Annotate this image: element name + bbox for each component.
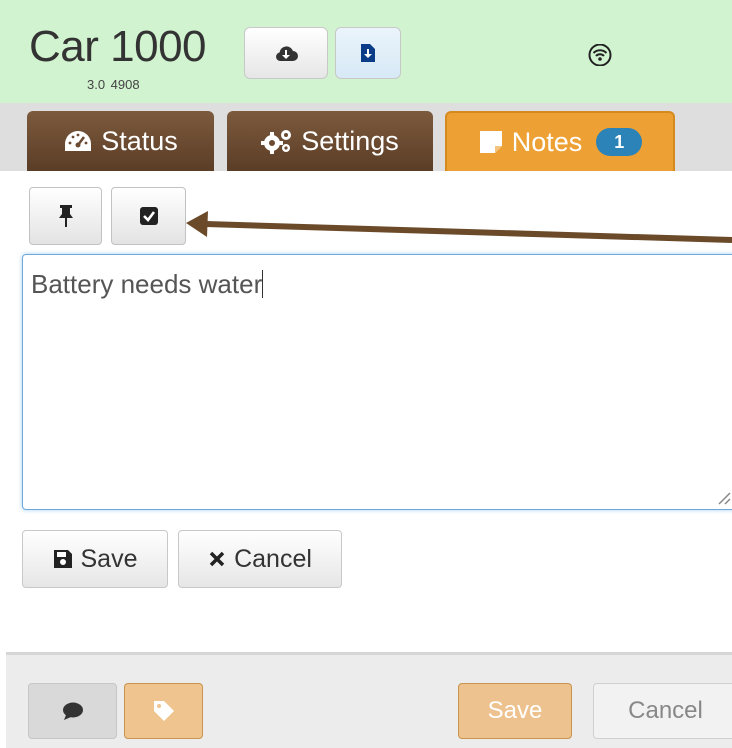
- footer-cancel-button[interactable]: Cancel: [593, 683, 732, 739]
- note-textarea[interactable]: Battery needs water: [22, 254, 732, 510]
- note-cancel-label: Cancel: [234, 544, 312, 573]
- vehicle-title: Car 1000: [29, 22, 207, 71]
- tab-notes[interactable]: Notes 1: [445, 111, 675, 171]
- version-info: 3.0 4908: [87, 77, 140, 92]
- note-save-label: Save: [80, 544, 138, 573]
- close-icon: [209, 551, 225, 567]
- text-caret: [262, 270, 264, 298]
- note-save-button[interactable]: Save: [22, 530, 168, 588]
- note-icon: [479, 131, 502, 153]
- mark-done-button[interactable]: [111, 187, 186, 245]
- gears-icon: [261, 130, 292, 154]
- file-download-icon: [361, 44, 375, 62]
- file-download-button[interactable]: [335, 27, 401, 79]
- tab-status-label: Status: [101, 125, 178, 156]
- checkbox-icon: [139, 207, 158, 225]
- notes-count-badge: 1: [596, 128, 643, 156]
- tab-bar: Status Settings Notes 1: [0, 103, 732, 171]
- footer-save-button[interactable]: Save: [458, 683, 572, 739]
- cloud-download-button[interactable]: [244, 27, 328, 79]
- note-cancel-button[interactable]: Cancel: [178, 530, 342, 588]
- wifi-icon: [588, 44, 612, 66]
- comment-icon: [62, 702, 83, 720]
- pin-icon: [58, 205, 73, 227]
- comment-button[interactable]: [28, 683, 117, 739]
- tag-button[interactable]: [124, 683, 203, 739]
- header-bar: Car 1000 3.0 4908: [0, 0, 732, 103]
- cloud-download-icon: [276, 46, 298, 61]
- tag-icon: [153, 701, 174, 721]
- pin-button[interactable]: [29, 187, 102, 245]
- save-icon: [53, 550, 72, 568]
- resize-grip-icon[interactable]: [715, 489, 731, 505]
- tab-notes-label: Notes: [511, 126, 583, 157]
- tab-settings-label: Settings: [301, 125, 399, 156]
- note-text: Battery needs water: [31, 269, 263, 299]
- tab-status[interactable]: Status: [27, 111, 214, 171]
- tab-settings[interactable]: Settings: [227, 111, 433, 171]
- dashboard-icon: [65, 131, 92, 151]
